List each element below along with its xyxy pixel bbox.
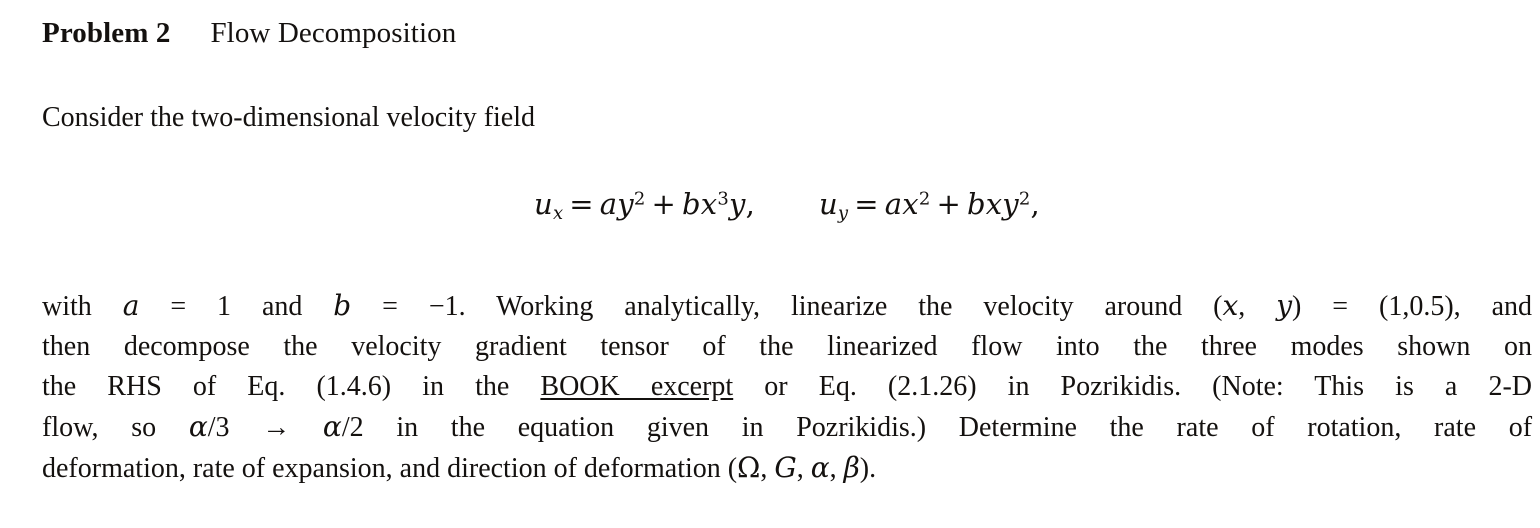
problem-statement-paragraph: with a = 1 and b = −1. Working analytica… (42, 286, 1532, 489)
term1-variable: y (617, 187, 634, 221)
term4-variable2: y (1002, 187, 1019, 221)
line1-var-b: b (333, 289, 352, 322)
velocity-field-equation: ux = ay2 + bx3y, uy = ax2 + bxy2, (42, 186, 1532, 223)
line1-seg1: with (42, 291, 123, 322)
line5-sep2: , (796, 453, 811, 484)
paragraph-line-4: flow, so α/3 → α/2 in the equation given… (42, 407, 1532, 448)
line4-alpha-1: α (188, 410, 208, 443)
problem-heading: Problem 2 Flow Decomposition (42, 16, 456, 51)
problem-title: Flow Decomposition (210, 17, 457, 49)
equation-comma-2: , (1030, 187, 1040, 221)
equals-sign-1: = (569, 187, 594, 221)
equation-ux: ux = ay2 + bx3y, (534, 187, 755, 225)
alpha-symbol: α (810, 451, 830, 484)
line1-seg4: , (1238, 291, 1277, 322)
line4-seg2: /3 → (207, 412, 323, 443)
plus-sign-2: + (936, 187, 961, 221)
line4-alpha-2: α (322, 410, 342, 443)
term3-coefficient: a (884, 187, 903, 221)
term4-coefficient: b (966, 187, 986, 221)
paragraph-line-1: with a = 1 and b = −1. Working analytica… (42, 286, 1532, 327)
problem-label: Problem 2 (42, 17, 171, 49)
omega-symbol: Ω (737, 451, 761, 484)
book-excerpt-link[interactable]: BOOK excerpt (540, 371, 733, 402)
term2-variable2: y (728, 187, 746, 221)
uy-symbol: u (819, 187, 838, 221)
document-page: Problem 2 Flow Decomposition Consider the… (0, 0, 1540, 528)
uy-subscript: y (837, 203, 849, 225)
line1-var-y: y (1276, 289, 1293, 322)
term3-variable: x (902, 187, 919, 221)
line3-seg1: the RHS of Eq. (1.4.6) in the (42, 371, 541, 402)
line5-seg2: ). (859, 453, 877, 484)
term1-coefficient: a (599, 187, 618, 221)
paragraph-line-3: the RHS of Eq. (1.4.6) in the BOOK excer… (42, 367, 1532, 407)
line1-seg3: = −1. Working analytically, linearize th… (351, 291, 1223, 322)
paragraph-line-2: then decompose the velocity gradient ten… (42, 331, 1532, 362)
paragraph-line-5: deformation, rate of expansion, and dire… (42, 448, 1532, 489)
equation-uy: uy = ax2 + bxy2, (819, 187, 1040, 225)
term2-exponent: 3 (717, 188, 729, 210)
line5-seg1: deformation, rate of expansion, and dire… (42, 453, 738, 484)
equals-sign-2: = (854, 187, 879, 221)
intro-sentence: Consider the two-dimensional velocity fi… (42, 102, 536, 133)
line4-seg3: /2 in the equation given in Pozrikidis.)… (341, 412, 1533, 443)
term1-exponent: 2 (633, 188, 646, 210)
g-symbol: G (774, 451, 797, 484)
ux-symbol: u (534, 187, 553, 221)
line1-var-a: a (122, 289, 140, 322)
ux-subscript: x (552, 203, 564, 225)
line1-seg5: ) = (1,0.5), and (1292, 291, 1532, 322)
line1-seg2: = 1 and (139, 291, 334, 322)
line5-sep3: , (829, 453, 844, 484)
beta-symbol: β (843, 451, 860, 484)
term3-exponent: 2 (918, 188, 931, 210)
term2-coefficient: b (682, 187, 701, 221)
line3-seg2: or Eq. (2.1.26) in Pozrikidis. (Note: Th… (733, 371, 1532, 402)
term4-exponent: 2 (1018, 188, 1031, 210)
line1-var-x: x (1222, 289, 1239, 322)
line4-seg1: flow, so (42, 412, 189, 443)
term4-variable1: x (985, 187, 1003, 221)
line5-sep1: , (760, 453, 775, 484)
equation-comma-1: , (745, 187, 755, 221)
plus-sign-1: + (651, 187, 677, 221)
term2-variable: x (700, 187, 718, 221)
